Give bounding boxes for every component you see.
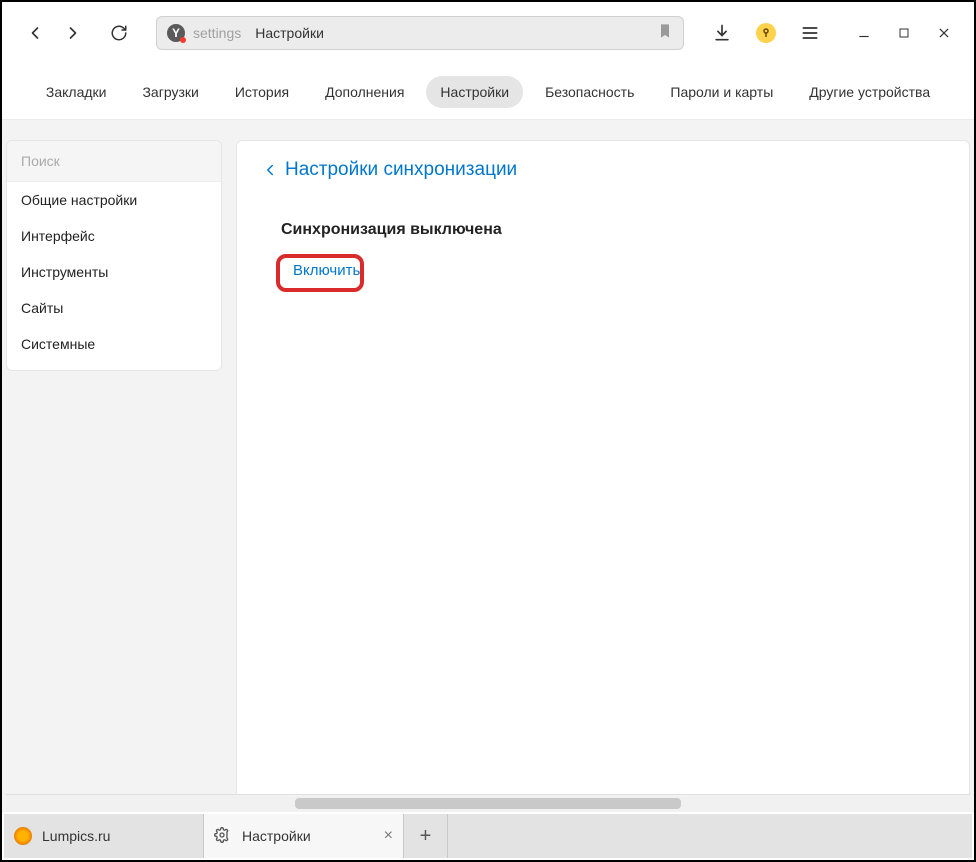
close-tab-icon[interactable]: ×	[384, 827, 393, 845]
enable-sync-link[interactable]: Включить	[281, 255, 372, 286]
address-bar[interactable]: Y settings Настройки	[156, 16, 684, 50]
tab-lumpics[interactable]: Lumpics.ru	[4, 814, 204, 858]
sync-settings-title: Настройки синхронизации	[285, 159, 517, 181]
topnav-downloads[interactable]: Загрузки	[128, 76, 212, 108]
topnav-addons[interactable]: Дополнения	[311, 76, 418, 108]
topnav-security[interactable]: Безопасность	[531, 76, 648, 108]
topnav-history[interactable]: История	[221, 76, 303, 108]
gear-favicon-icon	[214, 827, 232, 845]
downloads-button[interactable]	[704, 16, 740, 50]
content-area: Поиск Общие настройки Интерфейс Инструме…	[2, 120, 974, 812]
tab-label: Lumpics.ru	[42, 828, 110, 844]
browser-tab-strip: Lumpics.ru Настройки × +	[4, 814, 972, 858]
sidebar-item-general[interactable]: Общие настройки	[7, 182, 221, 218]
topnav-settings[interactable]: Настройки	[426, 76, 523, 108]
toolbar-right-group	[704, 16, 964, 50]
address-page-title: Настройки	[255, 25, 324, 41]
tab-settings[interactable]: Настройки ×	[204, 814, 404, 858]
chevron-left-icon	[261, 161, 279, 179]
sidebar-search-input[interactable]: Поиск	[7, 141, 221, 182]
window-controls	[844, 16, 964, 50]
settings-main-panel: Настройки синхронизации Синхронизация вы…	[236, 140, 970, 808]
new-tab-button[interactable]: +	[404, 814, 448, 858]
maximize-button[interactable]	[884, 16, 924, 50]
horizontal-scrollbar-thumb[interactable]	[295, 798, 681, 809]
minimize-button[interactable]	[844, 16, 884, 50]
sidebar-item-tools[interactable]: Инструменты	[7, 254, 221, 290]
tab-label: Настройки	[242, 828, 311, 844]
bookmark-icon[interactable]	[657, 23, 673, 44]
topnav-passwords[interactable]: Пароли и карты	[656, 76, 787, 108]
lumpics-favicon-icon	[14, 827, 32, 845]
plus-icon: +	[420, 825, 432, 848]
address-url-prefix: settings	[193, 25, 241, 41]
sync-block: Синхронизация выключена Включить	[261, 221, 945, 286]
sync-status-text: Синхронизация выключена	[281, 221, 945, 239]
reload-button[interactable]	[102, 16, 136, 50]
back-to-sync-settings[interactable]: Настройки синхронизации	[261, 159, 945, 181]
sidebar-item-interface[interactable]: Интерфейс	[7, 218, 221, 254]
sidebar-item-system[interactable]: Системные	[7, 326, 221, 362]
browser-toolbar: Y settings Настройки	[2, 2, 974, 64]
forward-button[interactable]	[56, 16, 90, 50]
close-window-button[interactable]	[924, 16, 964, 50]
menu-button[interactable]	[792, 16, 828, 50]
extension-icon	[756, 23, 776, 43]
settings-top-nav: Закладки Загрузки История Дополнения Нас…	[2, 64, 974, 120]
horizontal-scrollbar[interactable]	[6, 794, 970, 812]
sidebar-search-placeholder: Поиск	[21, 153, 60, 169]
extension-button[interactable]	[748, 16, 784, 50]
topnav-bookmarks[interactable]: Закладки	[32, 76, 121, 108]
back-button[interactable]	[18, 16, 52, 50]
topnav-other-devices[interactable]: Другие устройства	[795, 76, 944, 108]
sidebar-item-sites[interactable]: Сайты	[7, 290, 221, 326]
settings-sidebar: Поиск Общие настройки Интерфейс Инструме…	[6, 140, 222, 371]
site-identity-icon[interactable]: Y	[167, 24, 185, 42]
